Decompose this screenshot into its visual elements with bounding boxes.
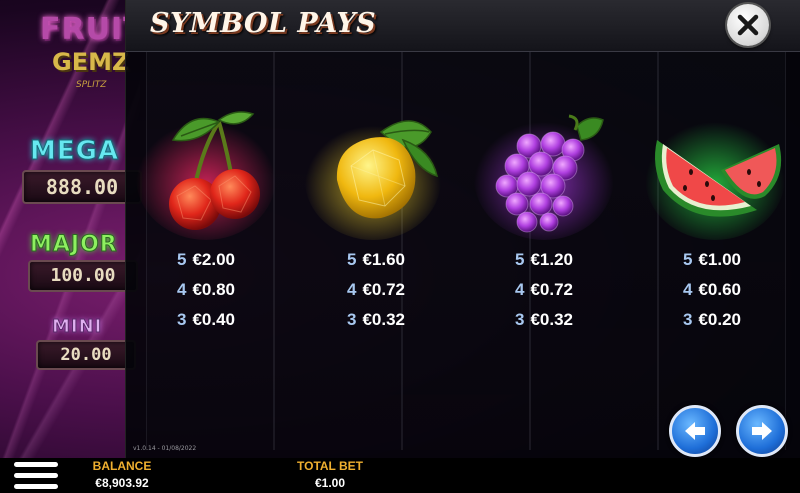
close-icon — [737, 14, 759, 36]
pay-amount: €0.80 — [192, 280, 235, 299]
pay-row-3: 3 €0.20 — [637, 310, 787, 330]
jackpot-mega-value: 888.00 — [22, 170, 142, 204]
symbol-column-grapes: 5 €1.20 4 €0.72 3 €0.32 — [469, 100, 619, 350]
total-bet-label: TOTAL BET — [297, 459, 363, 473]
pay-count: 5 — [514, 250, 525, 269]
pay-row-5: 5 €1.20 — [469, 250, 619, 270]
balance-label: BALANCE — [92, 459, 152, 473]
symbol-pays-panel: SYMBOL PAYS 5 €2.00 4 €0.80 3 €0.40 5 €1… — [125, 0, 800, 458]
cherry-icon — [136, 111, 276, 240]
pay-amount: €0.32 — [530, 310, 573, 329]
pay-row-4: 4 €0.60 — [637, 280, 787, 300]
pay-count: 4 — [346, 280, 357, 299]
total-bet-value: €1.00 — [314, 476, 346, 490]
pay-count: 3 — [514, 310, 525, 329]
pay-count: 5 — [176, 250, 187, 269]
hamburger-menu-icon — [14, 462, 58, 467]
pay-row-4: 4 €0.80 — [131, 280, 281, 300]
pay-amount: €1.00 — [698, 250, 741, 269]
symbol-column-lemon: 5 €1.60 4 €0.72 3 €0.32 — [301, 100, 451, 350]
jackpot-mega-label: MEGA — [29, 136, 120, 167]
arrow-right-icon — [752, 422, 772, 440]
pay-row-5: 5 €1.60 — [301, 250, 451, 270]
logo-text-gemz: GEMZ — [52, 48, 130, 76]
grapes-icon — [474, 114, 614, 240]
pay-row-3: 3 €0.32 — [301, 310, 451, 330]
pay-count: 5 — [682, 250, 693, 269]
pay-amount: €0.40 — [192, 310, 235, 329]
panel-header: SYMBOL PAYS — [126, 0, 800, 52]
pay-amount: €0.60 — [698, 280, 741, 299]
pay-amount: €2.00 — [192, 250, 235, 269]
close-button[interactable] — [727, 4, 769, 46]
bottom-bar: BALANCE €8,903.92 TOTAL BET €1.00 — [0, 458, 800, 493]
version-label: v1.0.14 - 01/08/2022 — [133, 445, 197, 452]
arrow-left-icon — [685, 422, 705, 440]
watermelon-icon — [645, 116, 785, 240]
jackpot-mini-value: 20.00 — [36, 340, 136, 370]
pay-row-3: 3 €0.40 — [131, 310, 281, 330]
pay-row-3: 3 €0.32 — [469, 310, 619, 330]
symbol-column-watermelon: 5 €1.00 4 €0.60 3 €0.20 — [637, 100, 787, 350]
pay-amount: €0.32 — [362, 310, 405, 329]
prev-page-button[interactable] — [669, 405, 721, 457]
game-logo: FRUIT GEMZ SPLITZ — [36, 12, 144, 92]
balance-value: €8,903.92 — [95, 476, 149, 490]
pay-amount: €0.72 — [530, 280, 573, 299]
pay-row-4: 4 €0.72 — [469, 280, 619, 300]
panel-title: SYMBOL PAYS — [150, 8, 377, 39]
hamburger-menu-icon — [14, 484, 58, 489]
pay-count: 4 — [514, 280, 525, 299]
lemon-icon — [305, 120, 441, 240]
jackpot-major-label: MAJOR — [30, 232, 118, 258]
next-page-button[interactable] — [736, 405, 788, 457]
pay-row-4: 4 €0.72 — [301, 280, 451, 300]
pay-row-5: 5 €1.00 — [637, 250, 787, 270]
pay-count: 5 — [346, 250, 357, 269]
logo-text-splitz: SPLITZ — [76, 80, 107, 90]
pay-count: 4 — [682, 280, 693, 299]
pay-count: 3 — [176, 310, 187, 329]
pay-count: 3 — [682, 310, 693, 329]
pay-amount: €1.20 — [530, 250, 573, 269]
symbol-column-cherry: 5 €2.00 4 €0.80 3 €0.40 — [131, 100, 281, 350]
pay-amount: €0.20 — [698, 310, 741, 329]
pay-count: 4 — [176, 280, 187, 299]
jackpot-major-value: 100.00 — [28, 260, 138, 292]
pay-row-5: 5 €2.00 — [131, 250, 281, 270]
pay-count: 3 — [346, 310, 357, 329]
pay-amount: €1.60 — [362, 250, 405, 269]
hamburger-menu-icon — [14, 473, 58, 478]
hamburger-menu-button[interactable] — [14, 460, 58, 491]
pay-amount: €0.72 — [362, 280, 405, 299]
jackpot-mini-label: MINI — [51, 316, 103, 338]
